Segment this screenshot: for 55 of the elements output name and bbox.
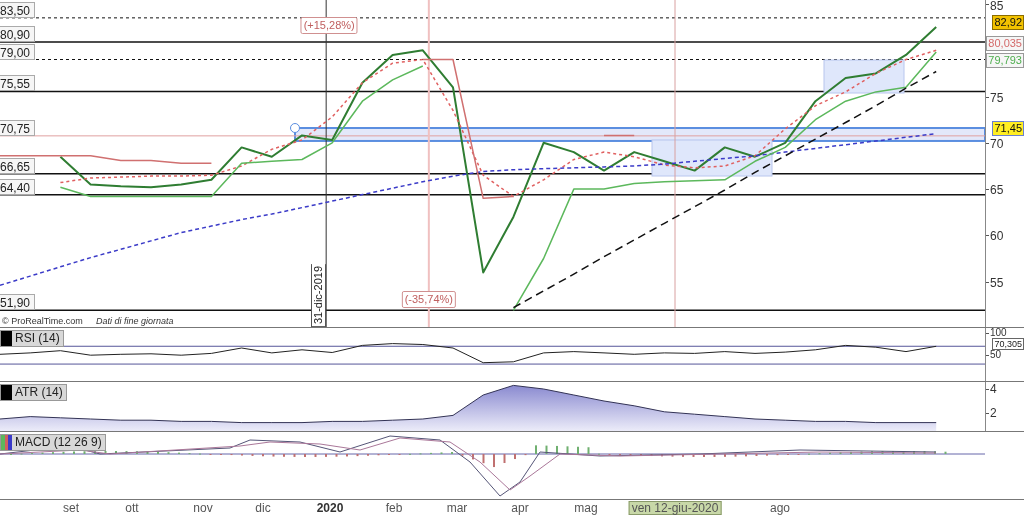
- value-tag: 79,793: [986, 53, 1024, 68]
- price-level-label: 79,00: [0, 43, 36, 60]
- axis-tick-label: 60: [990, 230, 1004, 243]
- axis-tick-label: 2: [990, 407, 997, 419]
- indicator-title-text: ATR (14): [15, 385, 63, 400]
- axis-tick-label: mag: [574, 501, 598, 515]
- value-tag: 71,45: [992, 121, 1024, 136]
- color-swatch-icon: [1, 331, 12, 346]
- axis-tick-label: 100: [990, 328, 1007, 338]
- color-swatch-icon: [1, 435, 12, 450]
- axis-tick-label: feb: [385, 501, 403, 515]
- axis-tick-label: dic: [255, 501, 271, 515]
- price-level-label: 75,55: [0, 75, 36, 92]
- percent-label: (+15,28%): [300, 17, 358, 35]
- value-tag: 82,92: [992, 15, 1024, 30]
- price-level-label: 83,50: [0, 1, 36, 18]
- tick-mark: [986, 96, 989, 98]
- tick-mark: [986, 281, 989, 283]
- price-level-label: 64,40: [0, 178, 36, 195]
- tick-mark: [986, 332, 989, 334]
- tick-mark: [986, 235, 989, 237]
- price-level-label: 51,90: [0, 294, 36, 311]
- axis-tick-label: 55: [990, 276, 1004, 289]
- source-text: © ProRealTime.com: [2, 316, 83, 326]
- indicator-title-text: RSI (14): [15, 331, 60, 346]
- indicator-title-text: MACD (12 26 9): [15, 435, 102, 450]
- axis-tick-label: nov: [193, 501, 213, 515]
- axis-tick-label: 75: [990, 91, 1004, 104]
- axis-tick-label: 50: [990, 350, 1002, 361]
- axis-tick-label: ago: [770, 501, 790, 515]
- price-level-label: 70,75: [0, 119, 36, 136]
- value-tag: 80,035: [986, 36, 1024, 51]
- axis-tick-label: apr: [511, 501, 529, 515]
- axis-tick-label: 2020: [316, 501, 344, 515]
- axis-tick-label: set: [63, 501, 79, 515]
- tick-mark: [986, 413, 989, 414]
- axis-tick-label: 85: [990, 0, 1004, 12]
- color-swatch-icon: [1, 385, 12, 400]
- tick-mark: [986, 189, 989, 191]
- tick-mark: [986, 3, 989, 5]
- cursor-date-label: ven 12-giu-2020: [628, 501, 722, 515]
- tick-mark: [986, 142, 989, 144]
- value-tag: 70,305: [992, 338, 1024, 350]
- axis-tick-label: 70: [990, 137, 1004, 150]
- price-level-label: 80,90: [0, 25, 36, 42]
- tick-mark: [986, 388, 989, 390]
- axis-tick-label: ott: [125, 501, 139, 515]
- percent-label: (-35,74%): [401, 291, 456, 309]
- source-note: Dati di fine giornata: [96, 316, 174, 326]
- tick-mark: [986, 355, 989, 357]
- axis-tick-label: mar: [446, 501, 468, 515]
- date-label: 31-dic-2019: [311, 263, 327, 327]
- axis-tick-label: 65: [990, 184, 1004, 197]
- price-level-label: 66,65: [0, 157, 36, 174]
- axis-tick-label: 4: [990, 382, 997, 395]
